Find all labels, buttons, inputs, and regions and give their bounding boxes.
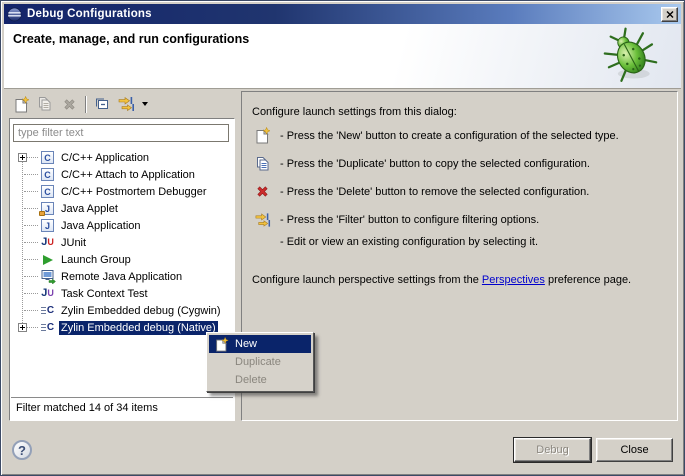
launch-group-icon: [39, 252, 56, 267]
close-icon: [666, 11, 674, 18]
new-config-icon: [254, 127, 271, 144]
context-menu: New Duplicate Delete: [206, 332, 314, 392]
zylin-icon: C: [39, 303, 56, 318]
new-config-icon: [13, 96, 30, 113]
help-button[interactable]: ?: [12, 440, 32, 460]
expand-icon[interactable]: [18, 153, 27, 162]
debug-configurations-dialog: Debug Configurations Create, manage, and…: [0, 0, 685, 476]
info-row: - Press the 'Filter' button to configure…: [254, 211, 539, 228]
info-intro: Configure launch settings from this dial…: [252, 106, 457, 118]
java-applet-icon: J: [39, 201, 56, 216]
new-config-button[interactable]: [9, 92, 33, 116]
delete-config-button[interactable]: [57, 92, 81, 116]
tree-item[interactable]: C C/C++ Postmortem Debugger: [11, 183, 233, 200]
duplicate-icon: [254, 155, 271, 172]
tree-item[interactable]: J Java Applet: [11, 200, 233, 217]
delete-icon: [62, 97, 77, 112]
info-row: - Edit or view an existing configuration…: [254, 233, 538, 250]
tree-item[interactable]: JU Task Context Test: [11, 285, 233, 302]
zylin-icon: C: [39, 320, 56, 335]
remote-java-icon: [39, 269, 56, 284]
filter-icon: [117, 96, 135, 112]
filter-dropdown-button[interactable]: [138, 102, 150, 106]
c-icon: C: [39, 184, 56, 199]
config-type-tree: C C/C++ Application C C/C++ Attach to Ap…: [11, 149, 233, 336]
tree-item[interactable]: J Java Application: [11, 217, 233, 234]
info-row: - Press the 'Duplicate' button to copy t…: [254, 155, 590, 172]
c-icon: C: [39, 150, 56, 165]
window-title: Debug Configurations: [27, 8, 661, 20]
tree-item[interactable]: C C/C++ Application: [11, 149, 233, 166]
dropdown-caret-icon: [142, 102, 148, 106]
bug-icon: [599, 25, 661, 88]
collapse-all-button[interactable]: [90, 92, 114, 116]
delete-icon: [254, 183, 271, 200]
tree-item[interactable]: C Zylin Embedded debug (Cygwin): [11, 302, 233, 319]
close-button[interactable]: Close: [596, 438, 673, 462]
spacer: [254, 233, 271, 250]
tree-item[interactable]: Launch Group: [11, 251, 233, 268]
title-bar[interactable]: Debug Configurations: [4, 4, 681, 24]
tree-item[interactable]: JU JUnit: [11, 234, 233, 251]
tree-item[interactable]: C C/C++ Attach to Application: [11, 166, 233, 183]
menu-item-duplicate[interactable]: Duplicate: [209, 353, 311, 371]
dialog-header: Create, manage, and run configurations: [4, 24, 681, 89]
tree-item-selected[interactable]: C Zylin Embedded debug (Native): [11, 319, 233, 336]
new-config-icon: [213, 337, 230, 352]
task-context-icon: JU: [39, 286, 56, 301]
duplicate-config-button[interactable]: [33, 92, 57, 116]
menu-item-new[interactable]: New: [209, 335, 311, 353]
help-icon: ?: [18, 443, 26, 458]
filter-input[interactable]: [13, 124, 229, 142]
eclipse-logo-icon: [7, 7, 22, 22]
duplicate-icon: [37, 96, 53, 112]
filter-icon: [254, 211, 271, 228]
perspectives-link[interactable]: Perspectives: [482, 274, 545, 286]
info-row: - Press the 'Delete' button to remove th…: [254, 183, 589, 200]
close-window-button[interactable]: [661, 7, 678, 22]
collapse-all-icon: [94, 96, 110, 112]
tree-toolbar: [9, 92, 150, 116]
junit-icon: JU: [39, 235, 56, 250]
filter-status: Filter matched 14 of 34 items: [11, 397, 233, 419]
info-row: - Press the 'New' button to create a con…: [254, 127, 619, 144]
expand-icon[interactable]: [18, 323, 27, 332]
config-tree-panel: C C/C++ Application C C/C++ Attach to Ap…: [9, 118, 235, 421]
filter-button[interactable]: [114, 92, 138, 116]
perspective-note: Configure launch perspective settings fr…: [252, 274, 631, 286]
c-icon: C: [39, 167, 56, 182]
debug-button[interactable]: Debug: [514, 438, 591, 462]
menu-item-delete[interactable]: Delete: [209, 371, 311, 389]
tree-item[interactable]: Remote Java Application: [11, 268, 233, 285]
page-title: Create, manage, and run configurations: [13, 32, 249, 46]
java-application-icon: J: [39, 218, 56, 233]
toolbar-separator: [85, 96, 86, 113]
